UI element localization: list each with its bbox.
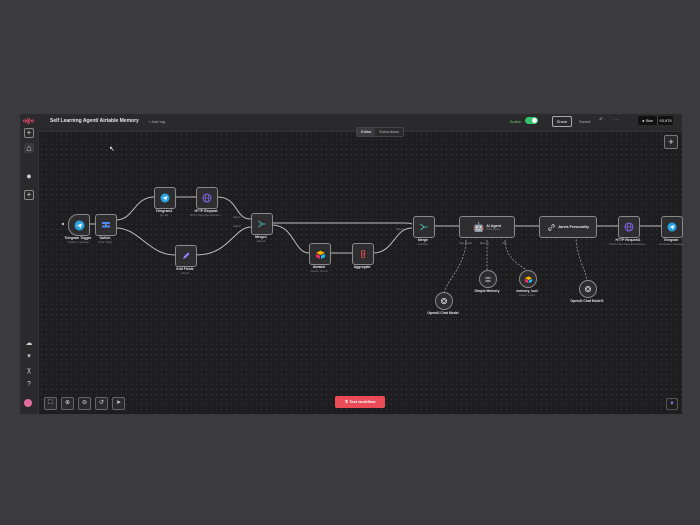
mouse-cursor-icon: ↖ [109,146,115,153]
fit-view-icon[interactable]: ⛶ [44,397,57,410]
label-memory-tool: memory_tool [516,289,538,293]
openai-icon: ❂ [584,284,592,294]
label-http-request: HTTP Request [194,209,218,213]
reset-zoom-icon[interactable]: ↺ [95,397,108,410]
node-edit-fields[interactable] [175,245,197,267]
conn-merge1-merge [272,222,413,225]
share-button[interactable]: Share [552,116,572,127]
label-telegram: Telegram [663,238,679,242]
pin-memory: Memory [480,242,490,245]
history-icon[interactable]: ↶ [599,117,603,123]
label-jarvis: Jarvis Personality [558,225,589,229]
conn-tool-agent [504,239,528,273]
node-aggregate[interactable] [352,243,374,265]
conn-merge1-airtable [271,224,310,254]
label-merge: Merge [418,238,428,242]
active-label: Active [510,119,521,124]
label-openai-chat-model: OpenAI Chat Model [427,311,459,315]
node-http-request1[interactable] [618,216,640,238]
active-toggle[interactable] [525,117,538,124]
sub-edit-fields: manual [180,272,190,275]
test-workflow-button[interactable]: ⚗ Test workflow [335,396,385,408]
switch-icon [102,222,110,228]
add-tag-link[interactable]: + Add tag [148,119,165,124]
github-star-button[interactable]: ● Star [638,116,657,125]
left-sidebar: + ⌂ ● + ☁ ▾ χ ? [20,114,39,414]
sub-http-request: POST: https://api.openai.c... [189,214,223,217]
home-icon[interactable]: ⌂ [24,143,34,153]
conn-chatmodel1-jarvis [575,235,588,283]
label-openai-chat-model1: OpenAI Chat Model1 [570,299,604,303]
sub-telegram: sendAudio: message [658,243,684,246]
help-icon[interactable]: ? [24,380,34,390]
label-edit-fields: Edit Fields [176,267,194,271]
node-openai-chat-model1[interactable]: ❂ [579,280,597,298]
pointer-icon[interactable]: ➤ [112,397,125,410]
label-switch: Switch [99,236,111,240]
more-options-icon[interactable]: ⋯ [614,117,619,123]
node-switch[interactable] [95,214,117,236]
airtable-icon [315,250,325,259]
aggregate-icon [361,250,365,258]
connections-layer [61,196,661,296]
node-simple-memory[interactable]: ≣ [479,270,497,288]
pin-merge-input2: Input 2 [396,228,404,231]
cloud-icon[interactable]: ☁ [24,339,34,349]
star-label: Star [645,118,653,123]
pin-chat-model: Chat Model [459,242,472,245]
zoom-out-icon[interactable]: ⊖ [78,397,91,410]
app-window: + ⌂ ● + ☁ ▾ χ ? Self Learning Agent/ Air… [20,114,683,414]
link-icon [548,223,555,231]
telegram-icon [667,222,677,232]
telegram-icon [160,193,170,203]
sub-airtable: search: record [310,270,328,273]
robot-icon: 🤖 [473,221,485,232]
node-merge[interactable] [413,216,435,238]
workflow-title[interactable]: Self Learning Agent/ Airtable Memory [50,118,139,124]
sub-merge1: append [256,240,266,243]
label-merge1: Merge1 [255,235,267,239]
merge-icon [258,220,266,228]
node-jarvis-personality[interactable]: Jarvis Personality [539,216,597,238]
saved-status: Saved [579,119,591,124]
pin-merge1-input1: Input 1 [233,216,241,219]
node-openai-chat-model[interactable]: ❂ [435,292,453,310]
n8n-logo-icon[interactable] [23,117,34,126]
node-merge1[interactable] [251,213,273,235]
pin-merge1-input2: Input 2 [233,225,241,228]
node-telegram-trigger[interactable] [68,214,90,236]
merge-icon [420,223,428,231]
avatar[interactable] [24,399,32,407]
sub-merge: combine [418,243,428,246]
openai-icon: ❂ [440,296,448,306]
telegram-icon [74,220,84,230]
user-icon[interactable]: ● [24,171,34,181]
sub-switch: mode: Rules [97,241,113,244]
globe-icon [202,193,212,203]
node-ai-agent[interactable]: 🤖 AI Agent Tools Agent [459,216,515,238]
add-workflow-button[interactable]: + [24,128,34,138]
github-star-count: 93,978 [657,116,673,125]
sub-ai-agent: Tools Agent [486,227,500,231]
sub-memory-tool: create: record [518,294,535,297]
database-icon: ≣ [484,274,492,284]
zoom-in-icon[interactable]: ⊕ [61,397,74,410]
node-telegram[interactable] [661,216,683,238]
node-http-request[interactable] [196,187,218,209]
conn-chatmodel-agent [443,239,467,296]
node-airtable[interactable] [309,243,331,265]
add-project-button[interactable]: + [24,190,34,200]
test-workflow-label: Test workflow [349,399,376,404]
node-telegram1[interactable] [154,187,176,209]
variables-icon[interactable]: χ [24,366,34,376]
airtable-icon [524,275,532,283]
workflow-canvas[interactable]: Editor Executions + Telegram Trigger Upd… [39,127,683,414]
pin-tool: Tool [502,242,507,245]
globe-icon [624,222,634,232]
pencil-icon [183,252,190,259]
templates-icon[interactable]: ▾ [24,352,34,362]
ai-assistant-icon[interactable]: ✦ [666,398,678,410]
label-aggregate: Aggregate [353,265,371,269]
node-memory-tool[interactable] [519,270,537,288]
